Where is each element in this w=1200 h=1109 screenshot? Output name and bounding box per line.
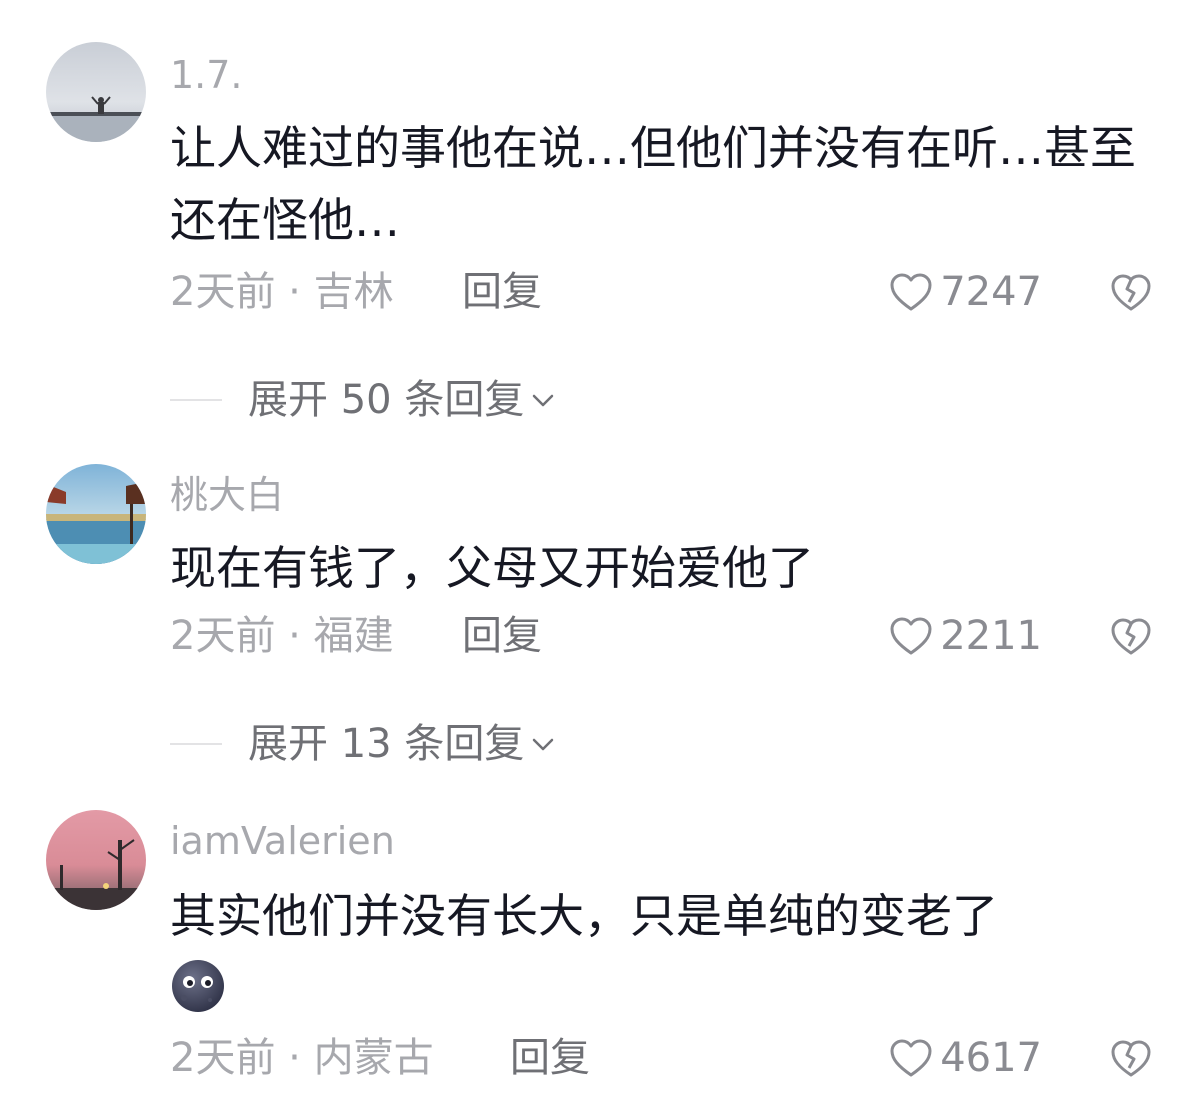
comment-username[interactable]: iamValerien — [170, 818, 395, 864]
heart-icon — [890, 617, 932, 655]
reply-button[interactable]: 回复 — [462, 262, 542, 322]
heart-icon — [890, 273, 932, 311]
divider-line — [170, 743, 222, 745]
reply-button[interactable]: 回复 — [462, 606, 542, 666]
comment-item: 1.7. 让人难过的事他在说…但他们并没有在听…甚至还在怪他… 2天前 · 吉林… — [0, 0, 1200, 340]
like-count: 4617 — [940, 1035, 1042, 1081]
comment-text: 其实他们并没有长大，只是单纯的变老了 — [170, 889, 998, 943]
chevron-down-icon — [533, 394, 554, 407]
moon-face-emoji — [170, 958, 226, 1014]
broken-heart-icon[interactable] — [1110, 616, 1152, 658]
expand-replies-label: 展开 13 条回复 — [248, 721, 525, 767]
broken-heart-icon[interactable] — [1110, 1038, 1152, 1080]
expand-replies-button[interactable]: 展开 13 条回复 — [170, 714, 558, 774]
like-count: 2211 — [940, 613, 1042, 659]
like-button[interactable]: 2211 — [888, 606, 1042, 666]
comment-username[interactable]: 1.7. — [170, 52, 243, 98]
expand-replies-button[interactable]: 展开 50 条回复 — [170, 370, 558, 430]
avatar[interactable] — [46, 464, 146, 564]
comment-time-location: 2天前 · 福建 — [170, 613, 394, 659]
chevron-down-icon — [533, 738, 554, 751]
comment-time-location: 2天前 · 吉林 — [170, 269, 394, 315]
like-button[interactable]: 7247 — [888, 262, 1042, 322]
reply-button[interactable]: 回复 — [510, 1028, 590, 1088]
comment-time-location: 2天前 · 内蒙古 — [170, 1035, 434, 1081]
like-count: 7247 — [940, 269, 1042, 315]
comment-text: 现在有钱了，父母又开始爱他了 — [170, 541, 814, 595]
comment-meta: 2天前 · 内蒙古 回复 4617 — [170, 1028, 1160, 1088]
comment-text: 让人难过的事他在说…但他们并没有在听…甚至还在怪他… — [170, 121, 1136, 247]
avatar[interactable] — [46, 810, 146, 910]
heart-icon — [890, 1039, 932, 1077]
broken-heart-icon[interactable] — [1110, 272, 1152, 314]
avatar[interactable] — [46, 42, 146, 142]
expand-replies-label: 展开 50 条回复 — [248, 377, 525, 423]
comment-username[interactable]: 桃大白 — [170, 472, 284, 518]
like-button[interactable]: 4617 — [888, 1028, 1042, 1088]
comment-meta: 2天前 · 吉林 回复 7247 — [170, 262, 1160, 322]
comment-meta: 2天前 · 福建 回复 2211 — [170, 606, 1160, 666]
divider-line — [170, 399, 222, 401]
